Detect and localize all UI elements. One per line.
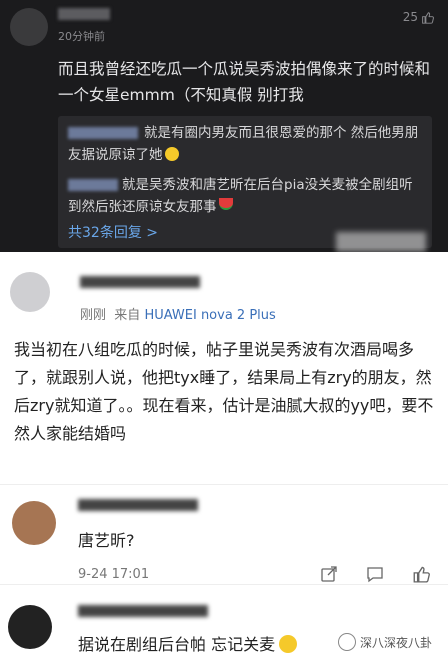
- comment-panel: 唐艺昕? 9-24 17:01: [0, 484, 448, 585]
- username-redacted: [58, 8, 110, 20]
- username-redacted: [78, 499, 198, 511]
- comment-time: 20分钟前: [58, 30, 105, 43]
- avatar[interactable]: [12, 501, 56, 545]
- comment-time: 刚刚: [80, 308, 107, 323]
- thumbs-up-icon: [422, 11, 434, 24]
- like-button[interactable]: 25: [403, 10, 434, 24]
- share-icon: [321, 566, 337, 582]
- username-redacted: [78, 605, 208, 617]
- reply-text: 就是吴秀波和唐艺昕在后台pia没关麦被全剧组听到然后张还原谅女友那事: [68, 177, 413, 215]
- thumbs-up-icon: [413, 566, 430, 583]
- dark-comment-panel: 20分钟前 25 而且我曾经还吃瓜一个瓜说吴秀波拍偶像来了的时候和一个女星emm…: [0, 0, 448, 252]
- comment-meta: 刚刚 来自 HUAWEI nova 2 Plus: [80, 304, 276, 323]
- device-link[interactable]: HUAWEI nova 2 Plus: [144, 308, 275, 323]
- watermark-text: 深八深夜八卦: [360, 635, 433, 650]
- laughing-emoji-icon: [279, 635, 298, 653]
- comment-body: 我当初在八组吃瓜的时候，帖子里说吴秀波有次酒局喝多了，就跟别人说，他把tyx睡了…: [14, 340, 434, 443]
- wechat-icon: [338, 633, 356, 651]
- comment-body: 唐艺昕?: [78, 531, 135, 550]
- comment-icon: [367, 567, 383, 583]
- avatar[interactable]: [10, 8, 48, 46]
- comment-actions: [318, 563, 432, 585]
- avatar[interactable]: [8, 605, 52, 649]
- view-replies-link[interactable]: 共32条回复 >: [68, 222, 158, 242]
- emoji-icon: [164, 147, 179, 161]
- reply-item[interactable]: 就是有圈内男友而且很恩爱的那个 然后他男朋友据说原谅了她: [68, 122, 424, 166]
- comment-text: 据说在剧组后台帕 忘记关麦: [78, 635, 276, 654]
- like-count: 25: [402, 10, 418, 24]
- share-button[interactable]: [318, 563, 340, 585]
- reply-username-redacted: [68, 179, 118, 191]
- avatar[interactable]: [10, 272, 50, 312]
- like-button[interactable]: [410, 563, 432, 585]
- watermark-redacted: [336, 232, 426, 252]
- comment-panel: 刚刚 来自 HUAWEI nova 2 Plus 我当初在八组吃瓜的时候，帖子里…: [0, 252, 448, 484]
- username-redacted: [80, 276, 200, 288]
- comment-date: 9-24 17:01: [78, 567, 150, 582]
- comment-body: 而且我曾经还吃瓜一个瓜说吴秀波拍偶像来了的时候和一个女星emmm（不知真假 别打…: [58, 60, 431, 104]
- reply-username-redacted: [68, 127, 138, 139]
- comment-panel: 据说在剧组后台帕 忘记关麦 深八深夜八卦: [0, 584, 448, 660]
- watermelon-icon: [218, 198, 233, 210]
- source-prefix: 来自: [114, 308, 141, 323]
- reply-item[interactable]: 就是吴秀波和唐艺昕在后台pia没关麦被全剧组听到然后张还原谅女友那事: [68, 174, 424, 218]
- comment-body: 据说在剧组后台帕 忘记关麦: [78, 631, 298, 655]
- comment-button[interactable]: [364, 563, 386, 585]
- watermark: 深八深夜八卦: [338, 633, 432, 651]
